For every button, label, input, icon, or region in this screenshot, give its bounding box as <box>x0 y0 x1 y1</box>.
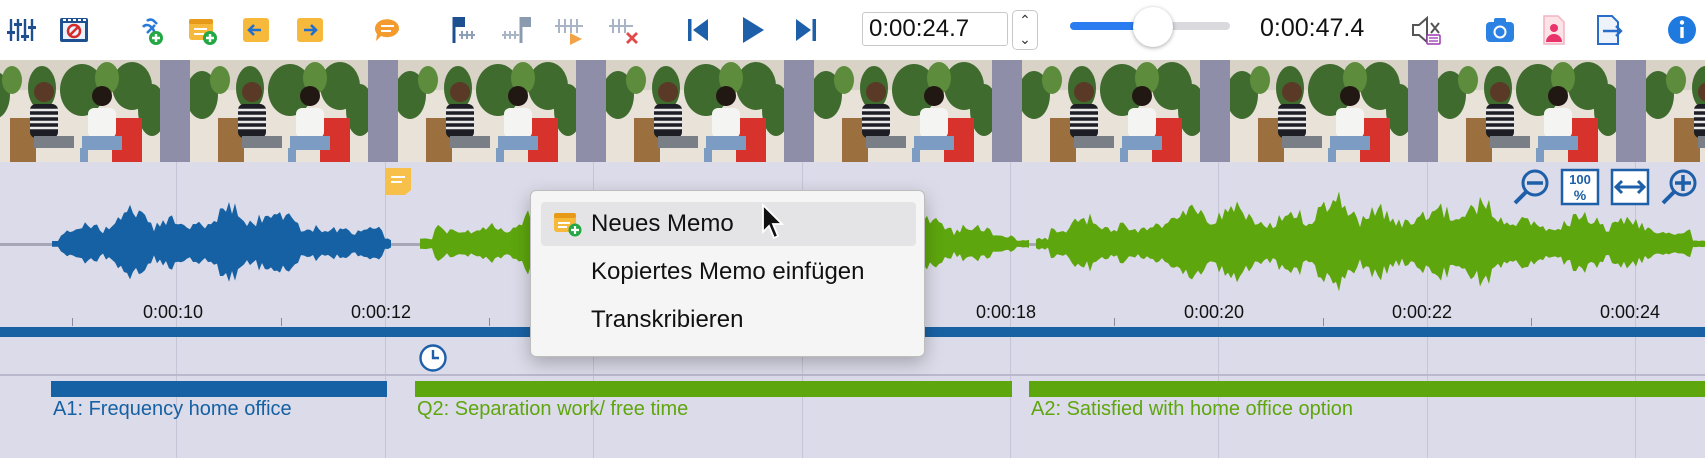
code-bar-q2[interactable] <box>415 381 1012 397</box>
new-memo-icon <box>554 213 582 237</box>
video-thumbnail[interactable] <box>1022 60 1200 162</box>
video-thumbnail[interactable] <box>0 60 160 162</box>
zoom-out-icon[interactable] <box>1512 167 1552 207</box>
memo-previous-icon[interactable] <box>234 8 278 52</box>
video-thumbnail[interactable] <box>814 60 992 162</box>
tick-label: 0:00:20 <box>1184 302 1245 322</box>
menu-item-transcribe[interactable]: Transkribieren <box>541 298 916 342</box>
code-bar-a2[interactable] <box>1029 381 1705 397</box>
info-icon[interactable] <box>1660 8 1704 52</box>
video-player-icon[interactable] <box>52 8 96 52</box>
app-window: ⌃ ⌄ 0:00:47.4 <box>0 0 1705 458</box>
skip-back-icon[interactable] <box>676 8 720 52</box>
mouse-cursor-icon <box>762 203 785 240</box>
video-thumbnail[interactable] <box>606 60 784 162</box>
camera-icon[interactable] <box>1478 8 1522 52</box>
set-end-marker-icon[interactable] <box>494 8 538 52</box>
tick-label: 0:00:22 <box>1392 302 1453 322</box>
video-thumbnail[interactable] <box>398 60 576 162</box>
current-time-input[interactable] <box>862 12 1008 46</box>
mixer-sliders-icon[interactable] <box>0 8 44 52</box>
code-label-q2[interactable]: Q2: Separation work/ free time <box>417 398 688 421</box>
menu-item-new-memo[interactable]: Neues Memo <box>541 202 916 246</box>
fit-width-icon[interactable] <box>1610 167 1650 207</box>
total-time: 0:00:47.4 <box>1260 14 1365 42</box>
code-bar-a1[interactable] <box>51 381 387 397</box>
menu-item-paste-memo[interactable]: Kopiertes Memo einfügen <box>541 250 916 294</box>
svg-text:100: 100 <box>1569 172 1591 187</box>
tick-label: 0:00:18 <box>976 302 1037 322</box>
video-thumbnail[interactable] <box>1646 60 1705 162</box>
speaker-settings-icon[interactable] <box>1404 8 1448 52</box>
video-thumbnail[interactable] <box>1438 60 1616 162</box>
volume-slider-knob[interactable] <box>1133 7 1174 47</box>
toolbar: ⌃ ⌄ 0:00:47.4 <box>0 0 1705 60</box>
memo-next-icon[interactable] <box>288 8 332 52</box>
chevron-down-icon[interactable]: ⌄ <box>1013 30 1037 49</box>
new-memo-icon[interactable] <box>180 8 224 52</box>
time-stepper[interactable]: ⌃ ⌄ <box>1012 10 1038 50</box>
waveform-segment <box>1036 191 1705 292</box>
svg-text:%: % <box>1574 187 1587 203</box>
link-add-icon[interactable] <box>128 8 172 52</box>
tick-label: 0:00:10 <box>143 302 204 322</box>
clock-icon[interactable] <box>418 343 448 373</box>
menu-item-label: Transkribieren <box>591 306 744 333</box>
image-export-icon[interactable] <box>1532 8 1576 52</box>
chevron-up-icon[interactable]: ⌃ <box>1013 11 1037 30</box>
volume-slider[interactable] <box>1070 7 1230 47</box>
zoom-in-icon[interactable] <box>1660 167 1700 207</box>
waveform-segment <box>52 202 391 282</box>
code-label-a1[interactable]: A1: Frequency home office <box>53 398 292 421</box>
skip-forward-icon[interactable] <box>784 8 828 52</box>
tick-label: 0:00:12 <box>351 302 412 322</box>
play-icon[interactable] <box>730 8 774 52</box>
comment-icon[interactable] <box>365 8 409 52</box>
video-thumbnail-strip[interactable] <box>0 60 1705 162</box>
play-segment-icon[interactable] <box>548 8 592 52</box>
memo-flag-icon[interactable] <box>383 166 413 196</box>
context-menu: Neues Memo Kopiertes Memo einfügen Trans… <box>530 190 925 357</box>
tick-label: 0:00:24 <box>1600 302 1661 322</box>
menu-item-label: Kopiertes Memo einfügen <box>591 258 865 285</box>
delete-markers-icon[interactable] <box>602 8 646 52</box>
zoom-100-icon[interactable]: 100% <box>1560 167 1600 207</box>
export-doc-icon[interactable] <box>1586 8 1630 52</box>
set-start-marker-icon[interactable] <box>440 8 484 52</box>
menu-item-label: Neues Memo <box>591 210 734 237</box>
code-label-a2[interactable]: A2: Satisfied with home office option <box>1031 398 1353 421</box>
segment-separator <box>0 374 1705 376</box>
video-thumbnail[interactable] <box>1230 60 1408 162</box>
video-thumbnail[interactable] <box>190 60 368 162</box>
